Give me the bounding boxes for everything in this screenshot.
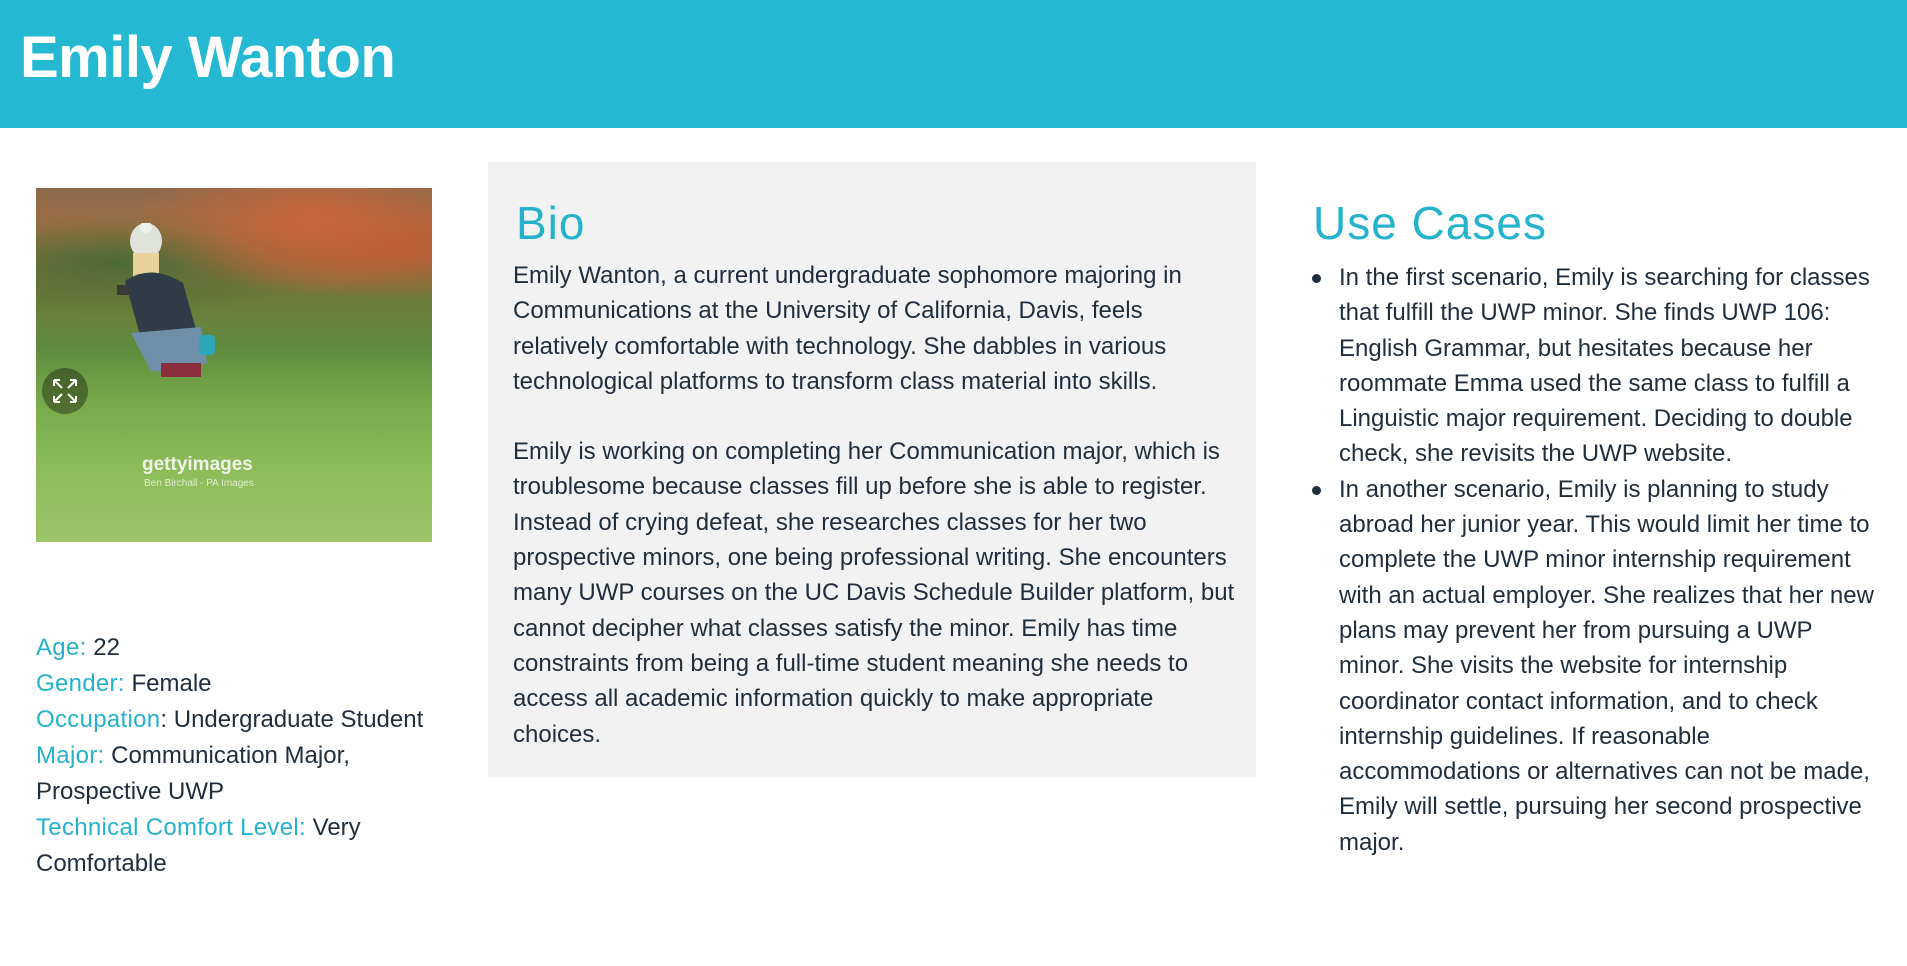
use-case-text: In another scenario, Emily is planning t… bbox=[1339, 475, 1874, 856]
detail-label: Occupation bbox=[36, 706, 161, 733]
persona-name: Emily Wanton bbox=[20, 25, 396, 90]
bio-paragraph: Emily is working on completing her Commu… bbox=[513, 438, 1235, 748]
expand-icon[interactable] bbox=[42, 368, 88, 414]
detail-age: Age: 22 bbox=[36, 630, 436, 666]
person-figure bbox=[117, 223, 215, 377]
bio-title: Bio bbox=[516, 197, 586, 249]
bullet-icon bbox=[1312, 485, 1321, 495]
photo-background bbox=[36, 188, 432, 338]
detail-occupation: Occupation: Undergraduate Student bbox=[36, 702, 436, 738]
persona-photo: gettyimages Ben Birchall - PA Images bbox=[36, 188, 432, 542]
detail-value: Female bbox=[124, 670, 212, 697]
use-case-text: In the first scenario, Emily is searchin… bbox=[1339, 264, 1870, 468]
detail-label: Age: bbox=[36, 634, 87, 661]
bullet-icon bbox=[1312, 274, 1321, 283]
getty-watermark: gettyimages bbox=[142, 454, 253, 475]
use-cases-title: Use Cases bbox=[1313, 197, 1547, 249]
detail-label: Technical Comfort Level: bbox=[36, 814, 306, 841]
detail-label: Gender: bbox=[36, 670, 125, 697]
detail-gender: Gender: Female bbox=[36, 666, 436, 702]
bio-section: Bio Emily Wanton, a current undergraduat… bbox=[488, 162, 1256, 777]
detail-major: Major: Communication Major, Prospective … bbox=[36, 738, 436, 810]
use-case-item: In another scenario, Emily is planning t… bbox=[1312, 472, 1882, 860]
page-header: Emily Wanton bbox=[0, 0, 1907, 128]
persona-details: Age: 22 Gender: Female Occupation: Under… bbox=[36, 630, 436, 882]
use-case-item: In the first scenario, Emily is searchin… bbox=[1312, 260, 1882, 472]
bio-paragraph: Emily Wanton, a current undergraduate so… bbox=[513, 262, 1182, 395]
detail-value: : Undergraduate Student bbox=[160, 706, 424, 733]
detail-label: Major: bbox=[36, 742, 105, 769]
use-cases-list: In the first scenario, Emily is searchin… bbox=[1312, 260, 1882, 860]
detail-tech-comfort: Technical Comfort Level: Very Comfortabl… bbox=[36, 810, 436, 882]
detail-value: 22 bbox=[86, 634, 120, 661]
bio-text: Emily Wanton, a current undergraduate so… bbox=[513, 258, 1243, 787]
photo-credit: Ben Birchall - PA Images bbox=[144, 478, 254, 489]
